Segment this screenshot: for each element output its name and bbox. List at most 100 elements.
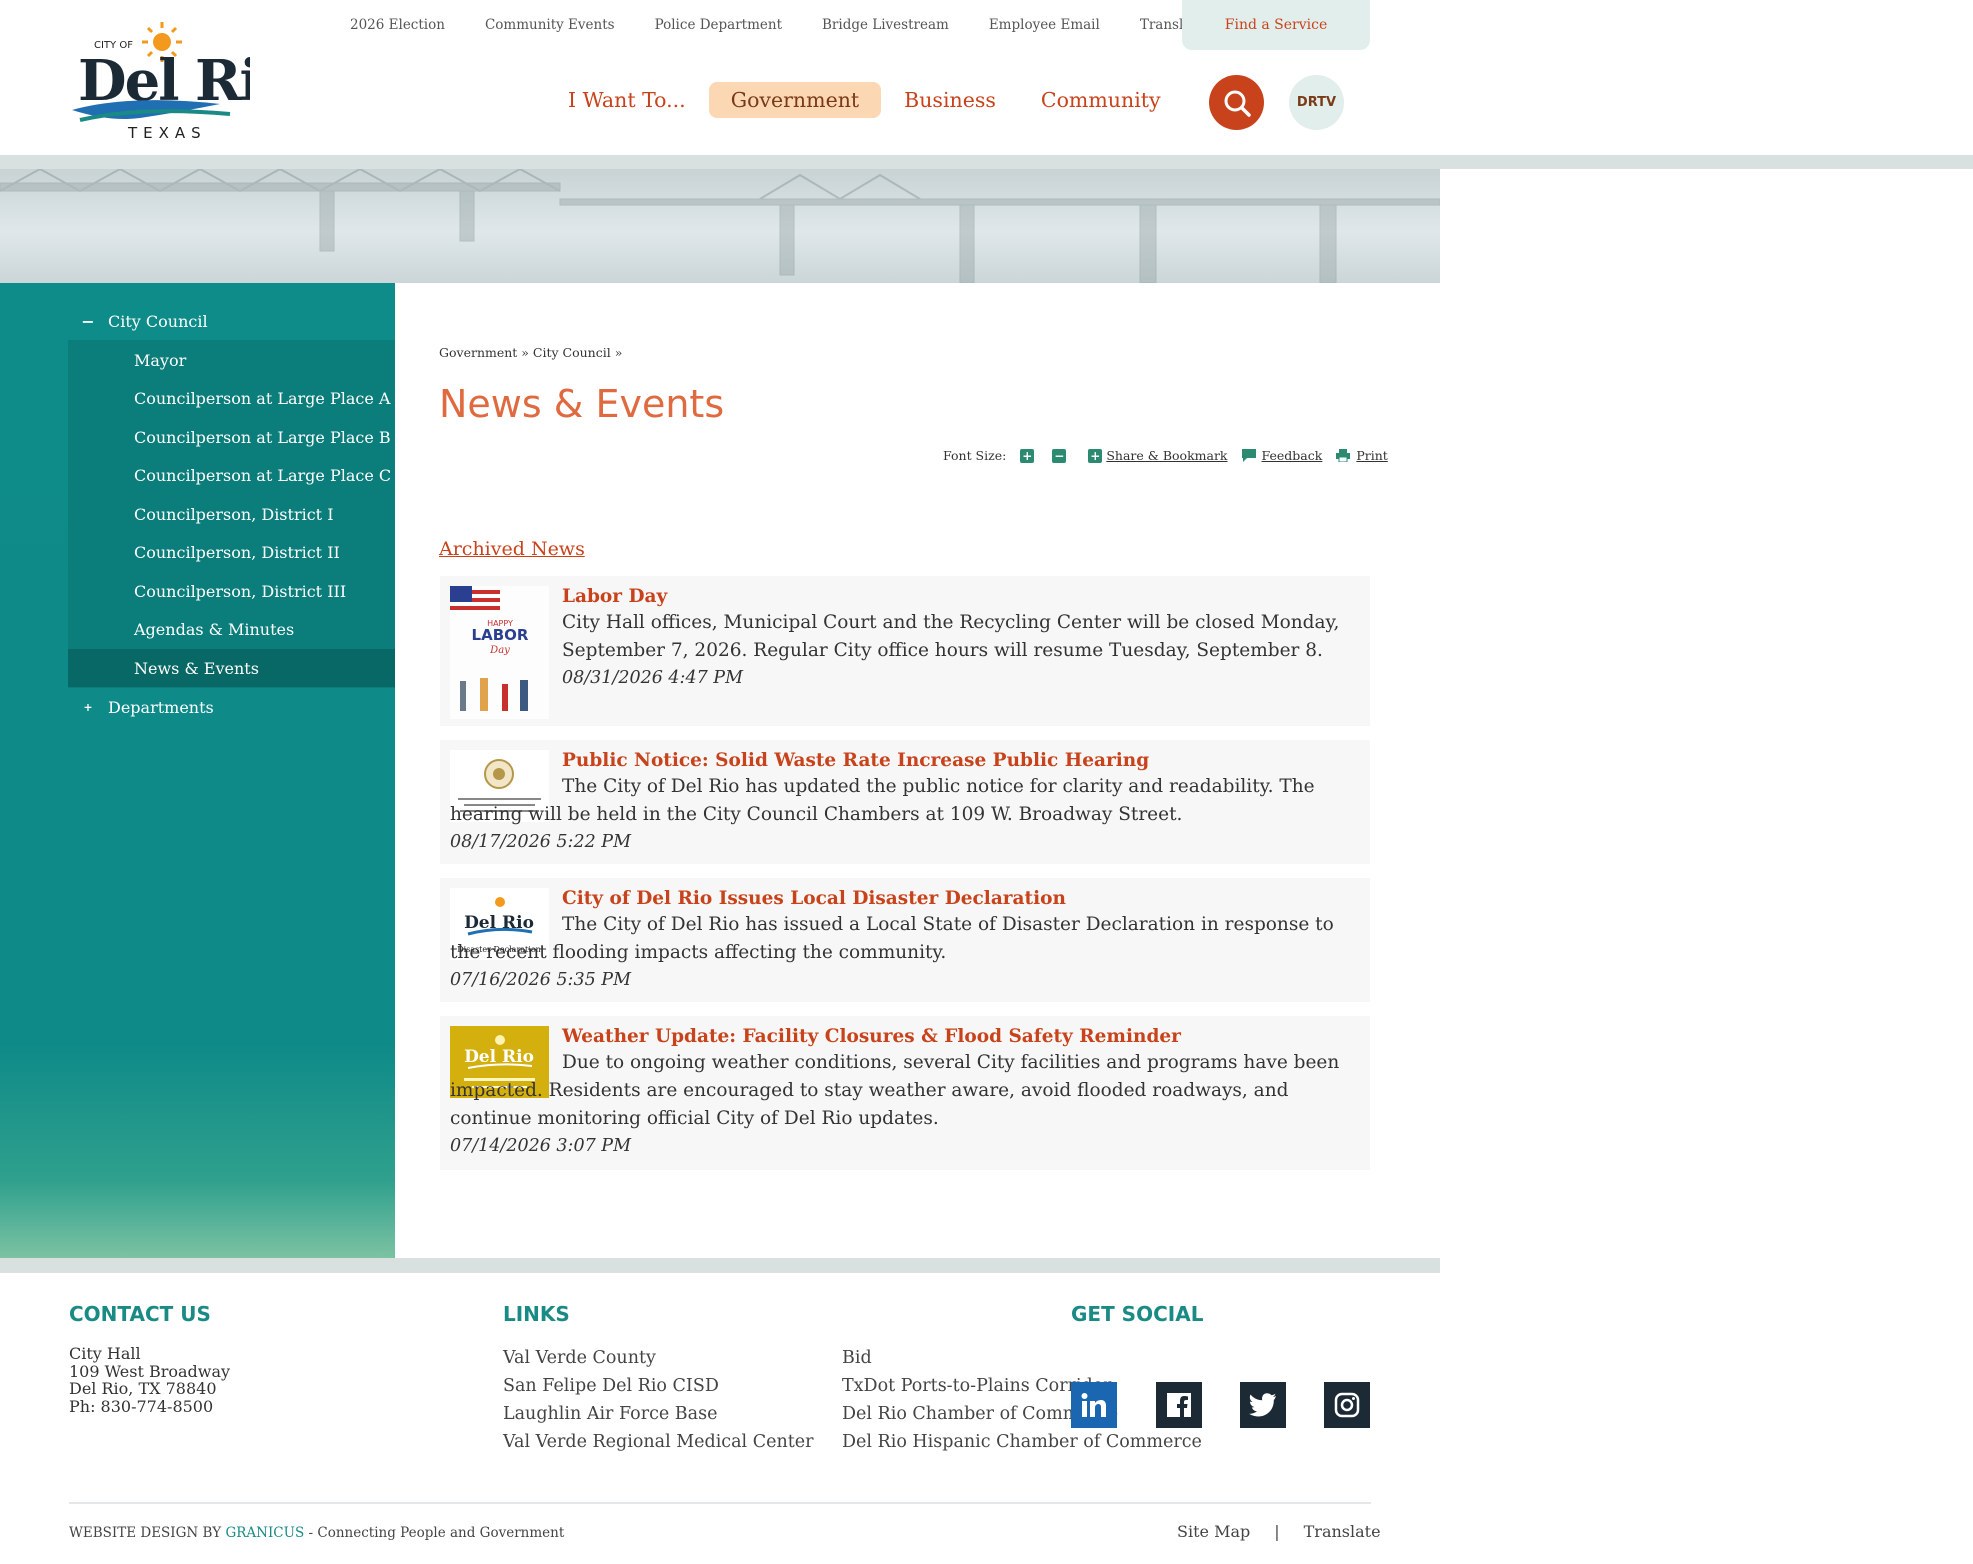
bridge-image [0, 169, 1440, 283]
footer-link[interactable]: Val Verde County [503, 1344, 813, 1372]
sidebar-item-district-3[interactable]: Councilperson, District III [68, 572, 395, 610]
footer-link[interactable]: San Felipe Del Rio CISD [503, 1372, 813, 1400]
contact-heading: CONTACT US [69, 1302, 211, 1326]
sidebar-item-city-council[interactable]: − City Council [68, 302, 395, 341]
font-decrease-icon[interactable]: − [1052, 448, 1067, 463]
news-title-link[interactable]: Public Notice: Solid Waste Rate Increase… [562, 750, 1149, 771]
footer-divider [69, 1502, 1371, 1504]
page-tools: Font Size: + − + Share & Bookmark Feedba… [943, 448, 1388, 463]
contact-line: City Hall [69, 1344, 141, 1363]
find-service-button[interactable]: Find a Service [1182, 0, 1370, 50]
share-bookmark-link[interactable]: Share & Bookmark [1106, 448, 1227, 463]
news-title-link[interactable]: Weather Update: Facility Closures & Floo… [562, 1026, 1181, 1047]
granicus-link[interactable]: GRANICUS [225, 1525, 304, 1541]
sidebar-item-label: City Council [108, 312, 208, 331]
footer-bottom-links: Site Map | Translate [1177, 1522, 1381, 1541]
twitter-icon [1249, 1393, 1276, 1417]
sidebar-item-label: Councilperson at Large Place C [134, 465, 392, 485]
print-link[interactable]: Print [1356, 448, 1387, 463]
city-logo[interactable]: CITY OF Del Rio TEXAS [70, 18, 297, 143]
sidebar-item-large-place-b[interactable]: Councilperson at Large Place B [68, 418, 395, 456]
search-icon [1224, 90, 1251, 117]
util-link-bridge-livestream[interactable]: Bridge Livestream [822, 17, 949, 33]
utility-nav: 2026 Election Community Events Police De… [350, 0, 1245, 50]
sidebar-item-label: Mayor [134, 350, 187, 370]
sidebar-item-label: Councilperson, District III [134, 581, 347, 601]
contact-phone: Ph: 830-774-8500 [69, 1396, 214, 1416]
news-item: Del Rio Weather Update: Facility Closure… [440, 1016, 1370, 1170]
sidebar-item-label: Councilperson at Large Place B [134, 427, 391, 447]
expand-toggle[interactable]: + [68, 701, 108, 714]
sidebar-item-large-place-c[interactable]: Councilperson at Large Place C [68, 456, 395, 494]
news-thumbnail[interactable]: HAPPY LABOR Day [450, 586, 549, 719]
sidebar-item-label: Councilperson at Large Place A [134, 388, 391, 408]
sidebar-item-label: Departments [108, 698, 214, 717]
nav-business[interactable]: Business [882, 82, 1018, 118]
footer-links-col1: Val Verde County San Felipe Del Rio CISD… [503, 1344, 813, 1456]
thumb-text: Day [489, 645, 510, 656]
footer-link[interactable]: Bid [842, 1344, 1202, 1372]
linkedin-button[interactable] [1071, 1382, 1117, 1428]
font-increase-icon[interactable]: + [1020, 448, 1035, 463]
contact-line: Del Rio, TX 78840 [69, 1379, 217, 1398]
contact-line: 109 West Broadway [69, 1361, 231, 1381]
news-date: 08/31/2026 4:47 PM [562, 668, 743, 688]
instagram-icon [1334, 1392, 1360, 1418]
sidebar-item-large-place-a[interactable]: Councilperson at Large Place A [68, 379, 395, 417]
footer-link[interactable]: Val Verde Regional Medical Center [503, 1428, 813, 1456]
nav-government[interactable]: Government [708, 82, 882, 118]
breadcrumb[interactable]: Government » City Council » [439, 345, 622, 360]
credit-suffix: - Connecting People and Government [308, 1525, 565, 1541]
link-separator: | [1274, 1522, 1280, 1541]
nav-community[interactable]: Community [1019, 82, 1183, 118]
news-item: Public Notice: Solid Waste Rate Increase… [440, 740, 1370, 864]
news-title-link[interactable]: City of Del Rio Issues Local Disaster De… [562, 888, 1066, 909]
news-date: 07/16/2026 5:35 PM [450, 970, 631, 990]
util-link-community-events[interactable]: Community Events [485, 17, 615, 33]
footer-link[interactable]: Del Rio Chamber of Commerce [842, 1400, 1202, 1428]
sidebar-item-agendas-minutes[interactable]: Agendas & Minutes [68, 610, 395, 648]
util-link-election[interactable]: 2026 Election [350, 17, 445, 33]
util-link-police[interactable]: Police Department [655, 17, 782, 33]
logo-graphic: CITY OF Del Rio TEXAS [72, 22, 297, 142]
site-map-link[interactable]: Site Map [1177, 1522, 1250, 1541]
facebook-button[interactable] [1156, 1382, 1202, 1428]
news-item: HAPPY LABOR Day Labor Day City Hall offi… [440, 576, 1370, 726]
feedback-link[interactable]: Feedback [1262, 448, 1323, 463]
search-button[interactable] [1209, 75, 1264, 130]
util-link-employee-email[interactable]: Employee Email [989, 17, 1100, 33]
news-body: The City of Del Rio has updated the publ… [450, 776, 1315, 825]
share-icon: + [1088, 448, 1103, 463]
hero-banner [0, 169, 1440, 283]
sidebar-item-label: Councilperson, District I [134, 504, 334, 524]
footer-translate-link[interactable]: Translate [1304, 1522, 1381, 1541]
contact-address: City Hall 109 West Broadway Del Rio, TX … [69, 1345, 230, 1415]
sidebar-item-district-2[interactable]: Councilperson, District II [68, 533, 395, 571]
labor-day-image: HAPPY LABOR Day [450, 586, 549, 719]
footer-link[interactable]: Laughlin Air Force Base [503, 1400, 813, 1428]
sidebar-item-mayor[interactable]: Mayor [68, 341, 395, 379]
footer-link[interactable]: Del Rio Hispanic Chamber of Commerce [842, 1428, 1202, 1456]
news-body: City Hall offices, Municipal Court and t… [562, 612, 1340, 661]
sidebar-item-news-events[interactable]: News & Events [68, 649, 395, 687]
twitter-button[interactable] [1240, 1382, 1286, 1428]
archived-news-link[interactable]: Archived News [439, 538, 585, 560]
sidebar-item-label: Councilperson, District II [134, 542, 340, 562]
website-credit: WEBSITE DESIGN BY GRANICUS - Connecting … [69, 1525, 564, 1541]
content-footer-divider [0, 1258, 1440, 1273]
drtv-button[interactable]: DRTV [1289, 75, 1344, 130]
thumb-text: LABOR [472, 626, 529, 644]
sidebar-item-district-1[interactable]: Councilperson, District I [68, 495, 395, 533]
sidebar-item-departments[interactable]: + Departments [68, 688, 395, 727]
links-heading: LINKS [503, 1302, 570, 1326]
instagram-button[interactable] [1324, 1382, 1370, 1428]
facebook-icon [1167, 1393, 1191, 1418]
social-heading: GET SOCIAL [1071, 1302, 1204, 1326]
news-date: 07/14/2026 3:07 PM [450, 1136, 631, 1156]
main-nav: I Want To... Government Business Communi… [546, 82, 1184, 118]
news-title-link[interactable]: Labor Day [562, 586, 667, 607]
header-divider [0, 155, 1973, 169]
collapse-toggle[interactable]: − [68, 312, 108, 331]
nav-i-want-to[interactable]: I Want To... [546, 82, 708, 118]
footer-link[interactable]: TxDot Ports-to-Plains Corridor [842, 1372, 1202, 1400]
